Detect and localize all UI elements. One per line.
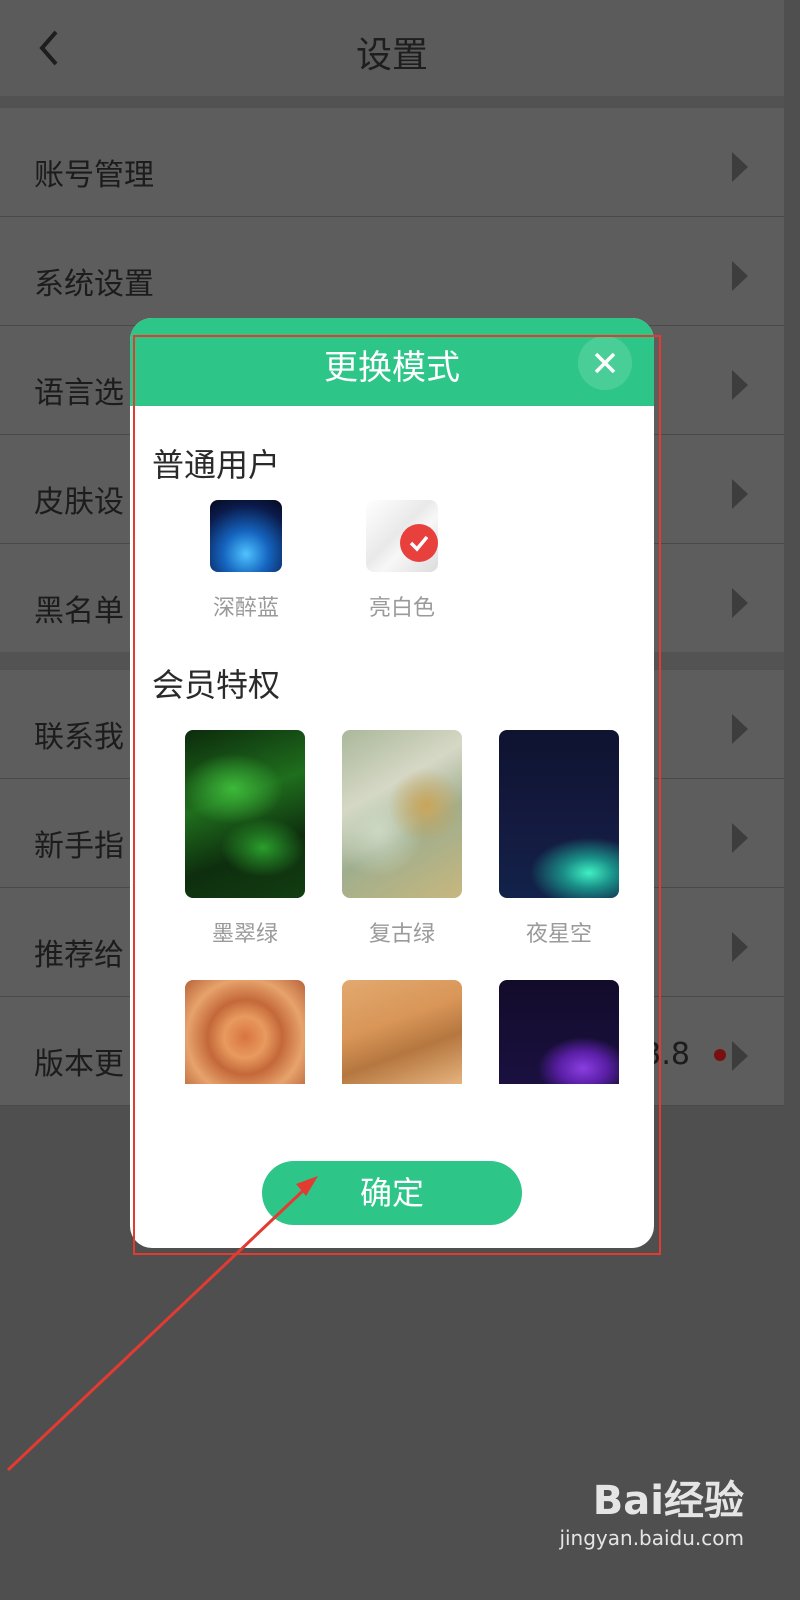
settings-item-label: 推荐给 (34, 938, 124, 973)
settings-item-label: 皮肤设 (34, 485, 124, 520)
settings-item-system[interactable]: 系统设置 (0, 217, 784, 326)
watermark-url: jingyan.baidu.com (559, 1526, 744, 1550)
chevron-right-icon (732, 261, 748, 291)
chevron-right-icon (732, 370, 748, 400)
chevron-right-icon (732, 932, 748, 962)
settings-item-label: 新手指 (34, 829, 124, 864)
annotation-highlight-frame (133, 335, 661, 1255)
chevron-right-icon (732, 714, 748, 744)
settings-item-account[interactable]: 账号管理 (0, 108, 784, 217)
settings-item-label: 语言选 (34, 376, 124, 411)
watermark: Bai经验 jingyan.baidu.com (559, 1468, 744, 1550)
chevron-right-icon (732, 479, 748, 509)
top-bar: 设置 (0, 0, 784, 108)
chevron-right-icon (732, 1041, 748, 1071)
settings-item-label: 账号管理 (34, 158, 154, 193)
page-title: 设置 (355, 35, 428, 76)
chevron-right-icon (732, 588, 748, 618)
settings-item-label: 联系我 (34, 720, 124, 755)
annotation-arrow-icon (6, 1176, 318, 1472)
settings-item-label: 黑名单 (34, 594, 124, 629)
watermark-brand: Bai经验 (592, 1478, 744, 1524)
settings-item-label: 系统设置 (34, 267, 154, 302)
chevron-right-icon (732, 823, 748, 853)
update-dot (714, 1049, 726, 1061)
settings-item-label: 版本更 (34, 1047, 124, 1082)
chevron-right-icon (732, 152, 748, 182)
